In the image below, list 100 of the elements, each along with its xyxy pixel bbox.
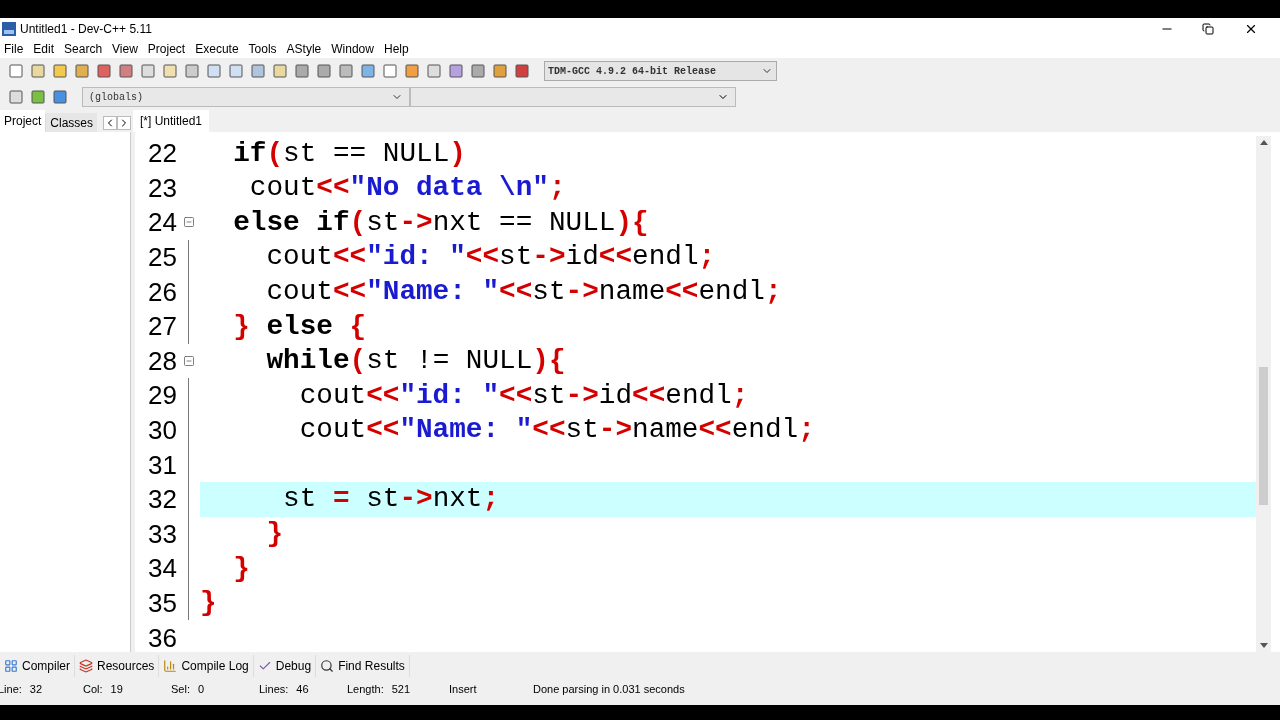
toolbar-icon[interactable] bbox=[404, 63, 420, 79]
menu-item[interactable]: Project bbox=[142, 40, 191, 58]
menu-item[interactable]: File bbox=[0, 40, 29, 58]
bar-chart-icon bbox=[163, 659, 178, 673]
menu-item[interactable]: View bbox=[107, 40, 143, 58]
output-tab[interactable]: Find Results bbox=[316, 655, 410, 677]
toolbar-icon[interactable] bbox=[118, 63, 134, 79]
scope-dropdown[interactable]: (globals) bbox=[82, 87, 410, 107]
code-line: if(st == NULL) bbox=[232, 136, 467, 171]
scrollbar-thumb[interactable] bbox=[1259, 367, 1268, 505]
line-number: 26 bbox=[147, 276, 177, 307]
line-number: 23 bbox=[147, 172, 177, 203]
check-icon bbox=[257, 659, 272, 673]
toolbar-icon[interactable] bbox=[30, 89, 46, 105]
menu-item[interactable]: Execute bbox=[190, 40, 244, 58]
status-value: 46 bbox=[296, 681, 309, 697]
scroll-up-icon[interactable] bbox=[1259, 140, 1268, 145]
menu-item[interactable]: Tools bbox=[243, 40, 282, 58]
line-number: 36 bbox=[147, 622, 177, 652]
menu-item[interactable]: Help bbox=[378, 40, 414, 58]
toolbar-icon[interactable] bbox=[140, 63, 156, 79]
fold-toggle-icon[interactable] bbox=[182, 354, 195, 367]
code-line: else if(st->nxt == NULL){ bbox=[232, 205, 650, 240]
toolbar-icon[interactable] bbox=[162, 63, 178, 79]
code-line: cout<<"id: "<<st->id<<endl; bbox=[298, 378, 750, 413]
toolbar-icon[interactable] bbox=[382, 63, 398, 79]
panel-tab[interactable]: Classes bbox=[45, 113, 98, 132]
status-label: Col: bbox=[83, 681, 103, 697]
status-label: Sel: bbox=[171, 681, 190, 697]
status-message: Done parsing in 0.031 seconds bbox=[533, 681, 685, 697]
toolbar-icon[interactable] bbox=[74, 63, 90, 79]
line-number: 34 bbox=[147, 553, 177, 584]
toolbar-icon[interactable] bbox=[250, 63, 266, 79]
line-number: 35 bbox=[147, 588, 177, 618]
menu-item[interactable]: Search bbox=[59, 40, 108, 58]
status-value: 0 bbox=[197, 681, 205, 697]
toolbar-icon[interactable] bbox=[492, 63, 508, 79]
toolbar-icon[interactable] bbox=[470, 63, 486, 79]
line-number: 29 bbox=[147, 380, 177, 411]
status-value: 521 bbox=[391, 681, 411, 697]
line-number: 24 bbox=[147, 207, 177, 238]
code-line: while(st != NULL){ bbox=[265, 344, 567, 379]
compiler-dropdown[interactable]: TDM-GCC 4.9.2 64-bit Release bbox=[544, 61, 777, 81]
toolbar-icon[interactable] bbox=[96, 63, 112, 79]
panel-tab[interactable]: Project bbox=[0, 110, 46, 132]
scroll-left-icon[interactable] bbox=[103, 116, 118, 130]
menu-item[interactable]: Edit bbox=[28, 40, 60, 58]
code-line: cout<<"id: "<<st->id<<endl; bbox=[265, 240, 717, 275]
code-line: cout<<"Name: "<<st->name<<endl; bbox=[298, 413, 816, 448]
scroll-down-icon[interactable] bbox=[1259, 643, 1268, 648]
code-line: cout<<"No data \n"; bbox=[248, 171, 567, 206]
output-tab[interactable]: Debug bbox=[253, 655, 317, 677]
line-number: 28 bbox=[147, 345, 177, 376]
vertical-scrollbar[interactable] bbox=[1256, 136, 1271, 652]
line-number: 31 bbox=[147, 449, 177, 480]
toolbar-icon[interactable] bbox=[30, 63, 46, 79]
toolbar-icon[interactable] bbox=[514, 63, 530, 79]
code-line: cout<<"Name: "<<st->name<<endl; bbox=[265, 274, 783, 309]
menu-item[interactable]: AStyle bbox=[281, 40, 327, 58]
code-line: } bbox=[232, 551, 251, 586]
restore-icon[interactable] bbox=[1202, 23, 1214, 35]
toolbar-icon[interactable] bbox=[448, 63, 464, 79]
window-title: Untitled1 - Dev-C++ 5.11 bbox=[20, 21, 152, 38]
code-line: } else { bbox=[232, 309, 368, 344]
code-line: } bbox=[200, 586, 218, 621]
toolbar-icon[interactable] bbox=[338, 63, 354, 79]
toolbar-icon[interactable] bbox=[184, 63, 200, 79]
toolbar-icon[interactable] bbox=[272, 63, 288, 79]
menu-item[interactable]: Window bbox=[326, 40, 379, 58]
output-tab[interactable]: Resources bbox=[75, 655, 160, 677]
output-tab[interactable]: Compiler bbox=[0, 655, 75, 677]
status-mode: Insert bbox=[449, 681, 478, 697]
fold-toggle-icon[interactable] bbox=[182, 216, 195, 229]
scroll-right-icon[interactable] bbox=[117, 116, 132, 130]
line-number: 25 bbox=[147, 242, 177, 273]
status-label: Lines: bbox=[259, 681, 289, 697]
toolbar-icon[interactable] bbox=[228, 63, 244, 79]
stacked-pages-icon bbox=[79, 659, 93, 673]
status-value: 32 bbox=[29, 681, 43, 697]
line-number: 30 bbox=[147, 415, 177, 446]
line-number: 22 bbox=[147, 138, 177, 169]
app-icon bbox=[2, 22, 16, 36]
toolbar-icon[interactable] bbox=[8, 63, 24, 79]
toolbar-icon[interactable] bbox=[294, 63, 310, 79]
toolbar-icon[interactable] bbox=[360, 63, 376, 79]
line-number: 32 bbox=[147, 484, 177, 515]
search-icon bbox=[320, 659, 335, 673]
line-number: 27 bbox=[147, 311, 177, 342]
toolbar-icon[interactable] bbox=[316, 63, 332, 79]
toolbar-icon[interactable] bbox=[426, 63, 442, 79]
toolbar-icon[interactable] bbox=[206, 63, 222, 79]
close-icon[interactable] bbox=[1244, 22, 1258, 36]
output-tab[interactable]: Compile Log bbox=[159, 655, 254, 677]
toolbar-icon[interactable] bbox=[52, 89, 68, 105]
toolbar-icon[interactable] bbox=[52, 63, 68, 79]
editor-tab[interactable]: [*] Untitled1 bbox=[133, 110, 210, 132]
code-line: } bbox=[265, 517, 285, 552]
line-number: 33 bbox=[147, 518, 177, 549]
status-value: 19 bbox=[110, 681, 123, 697]
toolbar-icon[interactable] bbox=[8, 89, 24, 105]
